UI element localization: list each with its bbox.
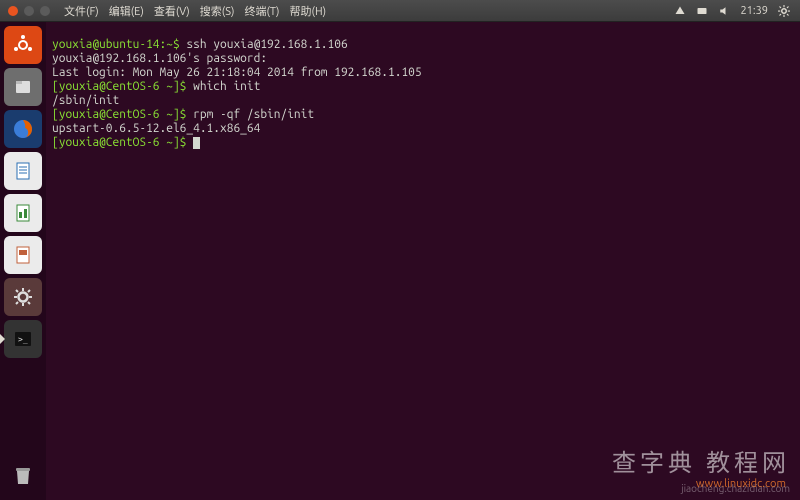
- sound-icon[interactable]: [718, 5, 730, 17]
- maximize-icon[interactable]: [40, 6, 50, 16]
- svg-text:>_: >_: [18, 335, 28, 344]
- out-rpm: upstart-0.6.5-12.el6_4.1.x86_64: [52, 122, 260, 135]
- menu-view[interactable]: 查看(V): [154, 3, 190, 19]
- terminal-body[interactable]: youxia@ubuntu-14:~$ ssh youxia@192.168.1…: [46, 22, 800, 500]
- watermark-small: jiaocheng.chazidian.com: [681, 483, 790, 494]
- menu-help[interactable]: 帮助(H): [290, 3, 327, 19]
- cmd-empty: [186, 136, 193, 149]
- menu-search[interactable]: 搜索(S): [200, 3, 235, 19]
- network-icon[interactable]: [674, 5, 686, 17]
- menu-terminal[interactable]: 终端(T): [244, 3, 279, 19]
- watermark-large: 查字典 教程网: [612, 443, 790, 478]
- launcher-trash[interactable]: [4, 456, 42, 494]
- menu-file[interactable]: 文件(F): [64, 3, 99, 19]
- out-which: /sbin/init: [52, 94, 119, 107]
- clock[interactable]: 21:39: [740, 5, 768, 17]
- cmd-ssh: ssh youxia@192.168.1.106: [180, 38, 348, 51]
- prompt-local: youxia@ubuntu-14:~$: [52, 38, 180, 51]
- close-icon[interactable]: [8, 6, 18, 16]
- top-menubar: 文件(F) 编辑(E) 查看(V) 搜索(S) 终端(T) 帮助(H) 21:3…: [0, 0, 800, 22]
- window-controls: [0, 6, 58, 16]
- launcher-settings[interactable]: [4, 278, 42, 316]
- menu-edit[interactable]: 编辑(E): [109, 3, 144, 19]
- last-login: Last login: Mon May 26 21:18:04 2014 fro…: [52, 66, 422, 79]
- cursor-icon: [193, 137, 200, 149]
- prompt-remote-3: [youxia@CentOS-6 ~]$: [52, 136, 186, 149]
- launcher-impress[interactable]: [4, 236, 42, 274]
- gear-icon[interactable]: [778, 5, 790, 17]
- cmd-rpm: rpm -qf /sbin/init: [186, 108, 314, 121]
- minimize-icon[interactable]: [24, 6, 34, 16]
- prompt-remote-1: [youxia@CentOS-6 ~]$: [52, 80, 186, 93]
- password-prompt: youxia@192.168.1.106's password:: [52, 52, 267, 65]
- launcher-dash[interactable]: [4, 26, 42, 64]
- unity-launcher: >_: [0, 22, 46, 500]
- prompt-remote-2: [youxia@CentOS-6 ~]$: [52, 108, 186, 121]
- launcher-calc[interactable]: [4, 194, 42, 232]
- launcher-files[interactable]: [4, 68, 42, 106]
- keyboard-icon[interactable]: [696, 5, 708, 17]
- app-menus: 文件(F) 编辑(E) 查看(V) 搜索(S) 终端(T) 帮助(H): [58, 3, 326, 19]
- launcher-firefox[interactable]: [4, 110, 42, 148]
- cmd-which: which init: [186, 80, 260, 93]
- system-tray: 21:39: [674, 5, 800, 17]
- launcher-writer[interactable]: [4, 152, 42, 190]
- launcher-terminal[interactable]: >_: [4, 320, 42, 358]
